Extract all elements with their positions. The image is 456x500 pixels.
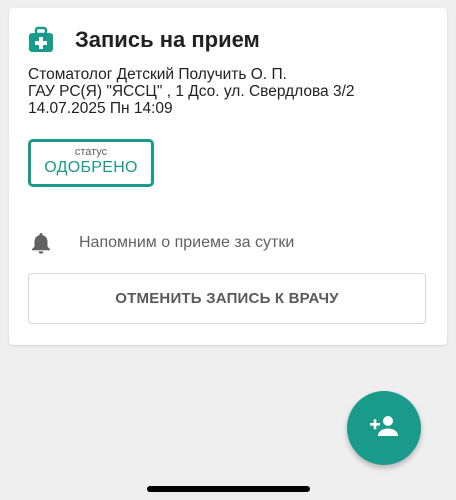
add-appointment-fab[interactable]	[347, 391, 421, 465]
status-badge: статус ОДОБРЕНО	[28, 139, 154, 187]
medical-bag-icon	[27, 26, 55, 54]
status-label: статус	[74, 146, 108, 158]
cancel-appointment-button[interactable]: ОТМЕНИТЬ ЗАПИСЬ К ВРАЧУ	[28, 273, 426, 324]
appointment-details: Стоматолог Детский Получить О. П. ГАУ РС…	[28, 66, 355, 117]
bell-icon	[31, 232, 51, 254]
clinic-line: ГАУ РС(Я) "ЯССЦ" , 1 Дсо. ул. Свердлова …	[28, 83, 355, 100]
appointment-card: Запись на прием Стоматолог Детский Получ…	[9, 8, 447, 345]
datetime-line: 14.07.2025 Пн 14:09	[28, 100, 173, 117]
reminder-row: Напомним о приеме за сутки	[31, 232, 294, 254]
home-indicator[interactable]	[147, 486, 310, 492]
status-value: ОДОБРЕНО	[44, 159, 138, 176]
add-person-icon	[370, 415, 398, 442]
card-header: Запись на прием	[27, 26, 260, 54]
card-title: Запись на прием	[75, 27, 260, 52]
doctor-line: Стоматолог Детский Получить О. П.	[28, 66, 287, 83]
reminder-text: Напомним о приеме за сутки	[79, 234, 295, 251]
